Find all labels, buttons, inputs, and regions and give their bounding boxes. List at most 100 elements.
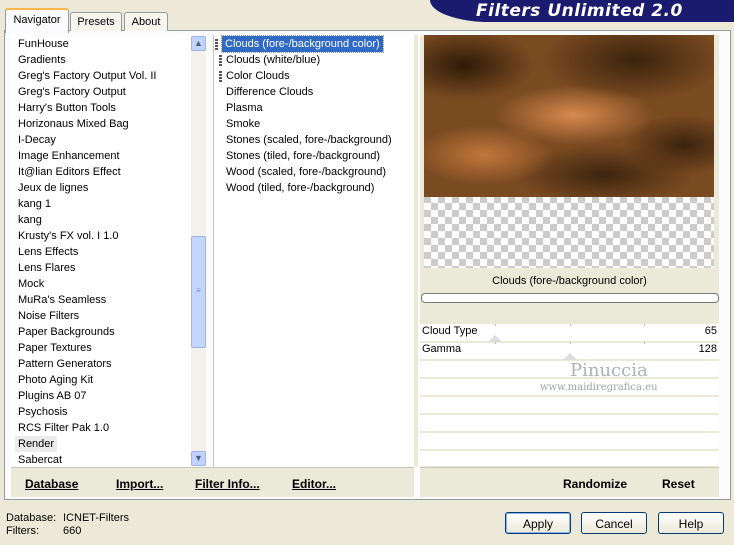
filter-item[interactable]: Color Clouds [219, 68, 290, 84]
filter-info-button[interactable]: Filter Info... [195, 477, 260, 491]
category-item[interactable]: Gradients [18, 52, 66, 68]
tab-about[interactable]: About [124, 12, 168, 31]
cancel-button[interactable]: Cancel [581, 512, 647, 534]
editor-button[interactable]: Editor... [292, 477, 336, 491]
parameter-value: 65 [704, 325, 717, 337]
parameter-row[interactable] [420, 432, 719, 451]
category-item[interactable]: Greg's Factory Output [18, 84, 126, 100]
category-items: FunHouse Gradients Greg's Factory Output V… [14, 36, 190, 466]
grip-icon: ≡ [196, 286, 201, 295]
category-item[interactable]: FunHouse [18, 36, 69, 52]
category-item[interactable]: Noise Filters [18, 308, 79, 324]
parameter-label: Gamma [422, 343, 462, 355]
filter-item[interactable]: Wood (scaled, fore-/background) [226, 164, 386, 180]
category-item[interactable]: Horizonaus Mixed Bag [18, 116, 129, 132]
preset-marker-icon [219, 71, 222, 82]
slider-tick [495, 324, 496, 326]
category-item[interactable]: kang [18, 212, 42, 228]
category-item[interactable]: Image Enhancement [18, 148, 120, 164]
import-button[interactable]: Import... [116, 477, 163, 491]
database-button[interactable]: Database [25, 477, 78, 491]
clouds-render [424, 35, 714, 197]
preview-image [424, 35, 714, 268]
randomize-button[interactable]: Randomize [563, 477, 627, 491]
category-item[interactable]: Photo Aging Kit [18, 372, 93, 388]
category-item[interactable]: Lens Effects [18, 244, 78, 260]
database-value: ICNET-Filters [63, 512, 129, 524]
filter-item-label: Clouds (fore-/background color) [225, 38, 380, 50]
scroll-up-button[interactable]: ▲ [191, 36, 206, 51]
category-item[interactable]: Harry's Button Tools [18, 100, 116, 116]
progress-bar [421, 293, 719, 303]
tab-navigator[interactable]: Navigator [5, 8, 69, 33]
filter-item-label: Smoke [226, 118, 261, 130]
filter-item[interactable]: Plasma [226, 100, 263, 116]
filter-item[interactable]: Stones (scaled, fore-/background) [226, 132, 392, 148]
parameter-list: Cloud Type 65 Gamma 128 [420, 324, 719, 469]
database-label: Database: [6, 512, 57, 524]
category-item[interactable]: It@lian Editors Effect [18, 164, 121, 180]
watermark-name: Pinuccia [570, 360, 648, 381]
filter-item[interactable]: Difference Clouds [226, 84, 313, 100]
reset-button[interactable]: Reset [662, 477, 695, 491]
divider [414, 35, 418, 467]
category-item[interactable]: kang 1 [18, 196, 51, 212]
filter-item-label: Stones (tiled, fore-/background) [226, 150, 381, 162]
category-item[interactable]: Plugins AB 07 [18, 388, 87, 404]
chevron-up-icon: ▲ [194, 38, 203, 48]
filter-items: Clouds (fore-/background color) Clouds (w… [215, 35, 412, 466]
category-item[interactable]: Psychosis [18, 404, 68, 420]
slider-thumb[interactable] [488, 335, 502, 342]
category-item[interactable]: Render [15, 436, 58, 452]
filter-item[interactable]: Clouds (fore-/background color) [215, 35, 384, 53]
slider-thumb[interactable] [563, 353, 577, 360]
app-banner: Filters Unlimited 2.0 [430, 0, 734, 22]
category-item[interactable]: Jeux de lignes [18, 180, 88, 196]
parameter-label: Cloud Type [422, 325, 478, 337]
category-item[interactable]: MuRa's Seamless [18, 292, 106, 308]
category-item[interactable]: Greg's Factory Output Vol. II [18, 68, 156, 84]
slider-tick [570, 324, 571, 326]
category-item[interactable]: Pattern Generators [18, 356, 112, 372]
parameter-row[interactable] [420, 414, 719, 433]
scroll-thumb[interactable]: ≡ [191, 236, 206, 348]
tab-presets[interactable]: Presets [70, 12, 122, 31]
category-scrollbar[interactable]: ▲ ≡ ▼ [191, 36, 206, 466]
filter-item[interactable]: Clouds (white/blue) [219, 52, 321, 68]
slider-tick [570, 342, 571, 344]
category-item[interactable]: I-Decay [18, 132, 56, 148]
scroll-down-button[interactable]: ▼ [191, 451, 206, 466]
parameter-row[interactable]: Cloud Type 65 [420, 324, 719, 343]
filter-item-label: Difference Clouds [226, 86, 314, 98]
category-item[interactable]: Lens Flares [18, 260, 75, 276]
filter-item[interactable]: Smoke [226, 116, 260, 132]
category-item[interactable]: Krusty's FX vol. I 1.0 [18, 228, 119, 244]
help-button[interactable]: Help [658, 512, 724, 534]
filter-item-label: Wood (scaled, fore-/background) [226, 166, 386, 178]
chevron-down-icon: ▼ [194, 453, 203, 463]
parameter-row[interactable]: Gamma 128 [420, 342, 719, 361]
filter-item[interactable]: Wood (tiled, fore-/background) [226, 180, 374, 196]
watermark-site: www.maidiregrafica.eu [540, 382, 658, 393]
filter-item-label: Clouds (white/blue) [226, 54, 321, 66]
category-item[interactable]: Paper Textures [18, 340, 92, 356]
slider-tick [644, 342, 645, 344]
preset-marker-icon [215, 39, 218, 50]
slider-tick [495, 342, 496, 344]
filter-item-label: Wood (tiled, fore-/background) [226, 182, 375, 194]
apply-button[interactable]: Apply [505, 512, 571, 534]
slider-tick [644, 324, 645, 326]
preset-marker-icon [219, 55, 222, 66]
parameter-row[interactable] [420, 396, 719, 415]
category-item[interactable]: Mock [18, 276, 44, 292]
filter-item-label: Color Clouds [226, 70, 290, 82]
filter-item[interactable]: Stones (tiled, fore-/background) [226, 148, 380, 164]
filter-item-label: Plasma [226, 102, 263, 114]
filters-label: Filters: [6, 525, 39, 537]
preview-filter-name: Clouds (fore-/background color) [420, 270, 719, 292]
category-item[interactable]: Sabercat [18, 452, 62, 466]
category-item[interactable]: Paper Backgrounds [18, 324, 115, 340]
category-item[interactable]: RCS Filter Pak 1.0 [18, 420, 109, 436]
app-title: Filters Unlimited 2.0 [476, 1, 683, 21]
filters-count: 660 [63, 525, 82, 537]
